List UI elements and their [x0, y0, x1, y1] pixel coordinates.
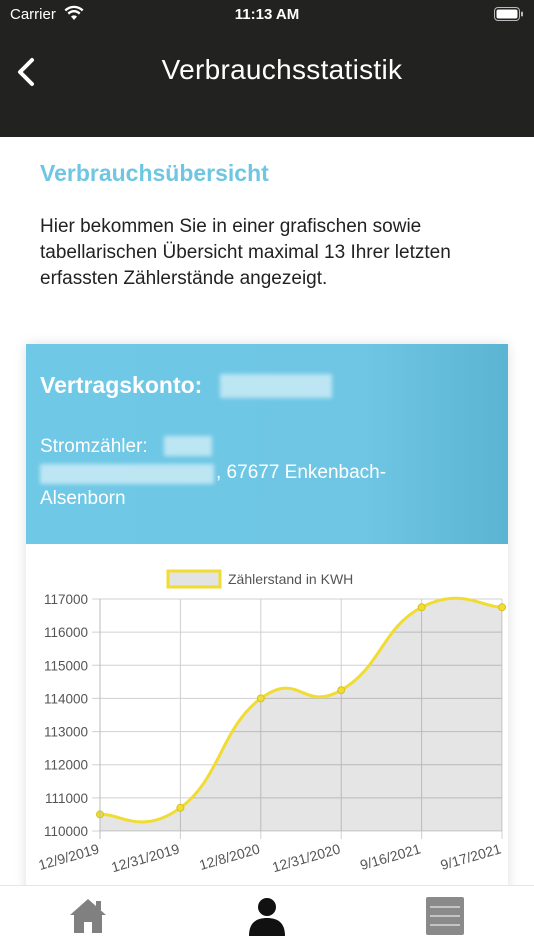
data-point [176, 803, 185, 812]
user-icon [249, 898, 285, 936]
address-line-1: , 67677 Enkenbach- [216, 462, 387, 483]
tab-menu[interactable] [425, 896, 465, 941]
y-tick-label: 114000 [44, 691, 88, 706]
x-tick-label: 12/9/2019 [37, 840, 101, 873]
y-tick-label: 116000 [44, 625, 88, 640]
x-tick-label: 12/31/2019 [109, 840, 181, 875]
intro-text: Hier bekommen Sie in einer grafischen so… [40, 216, 451, 289]
chevron-left-icon [18, 58, 34, 86]
clock: 11:13 AM [234, 6, 300, 23]
series-area [100, 598, 502, 831]
y-tick-label: 113000 [44, 725, 88, 740]
data-point [498, 603, 506, 612]
section-heading: Verbrauchsübersicht [40, 160, 269, 186]
chart-svg: Zählerstand in KWH 117000 116000 115000 1140… [37, 569, 506, 875]
y-tick-label: 112000 [44, 758, 88, 773]
home-icon [70, 899, 106, 933]
x-tick-label: 12/31/2020 [270, 840, 342, 875]
y-tick-label: 117000 [44, 592, 88, 607]
status-bar: Carrier 11:13 AM [0, 0, 534, 30]
consumption-card: Vertragskonto: Stromzähler: , 67677 Enke… [26, 344, 508, 904]
tab-bar [0, 885, 534, 951]
consumption-chart: Zählerstand in KWH 117000 116000 115000 1140… [26, 559, 508, 889]
battery-icon [494, 7, 524, 25]
legend-label: Zählerstand in KWH [228, 571, 353, 587]
data-point [337, 686, 346, 695]
meter-number-redacted [164, 436, 212, 456]
data-point [256, 694, 265, 703]
account-label: Vertragskonto: [40, 372, 203, 398]
navigation-bar: Verbrauchsstatistik [0, 30, 534, 137]
menu-icon [426, 897, 464, 935]
y-tick-label: 111000 [45, 791, 88, 806]
legend-swatch [166, 569, 222, 589]
meter-label: Stromzähler: [40, 436, 148, 457]
tab-home[interactable] [68, 896, 108, 941]
x-tick-label: 9/16/2021 [358, 840, 422, 873]
x-tick-label: 9/17/2021 [439, 840, 503, 873]
back-button[interactable] [14, 54, 44, 90]
data-point [417, 603, 426, 612]
x-tick-label: 12/8/2020 [197, 840, 261, 873]
account-header: Vertragskonto: Stromzähler: , 67677 Enke… [26, 344, 508, 544]
y-tick-label: 115000 [44, 658, 88, 673]
page-title: Verbrauchsstatistik [161, 54, 403, 85]
address-line-2: Alsenborn [40, 488, 126, 509]
account-number-redacted [220, 374, 332, 398]
y-tick-label: 110000 [44, 824, 88, 839]
tab-profile[interactable] [247, 896, 287, 941]
street-redacted [40, 464, 214, 484]
